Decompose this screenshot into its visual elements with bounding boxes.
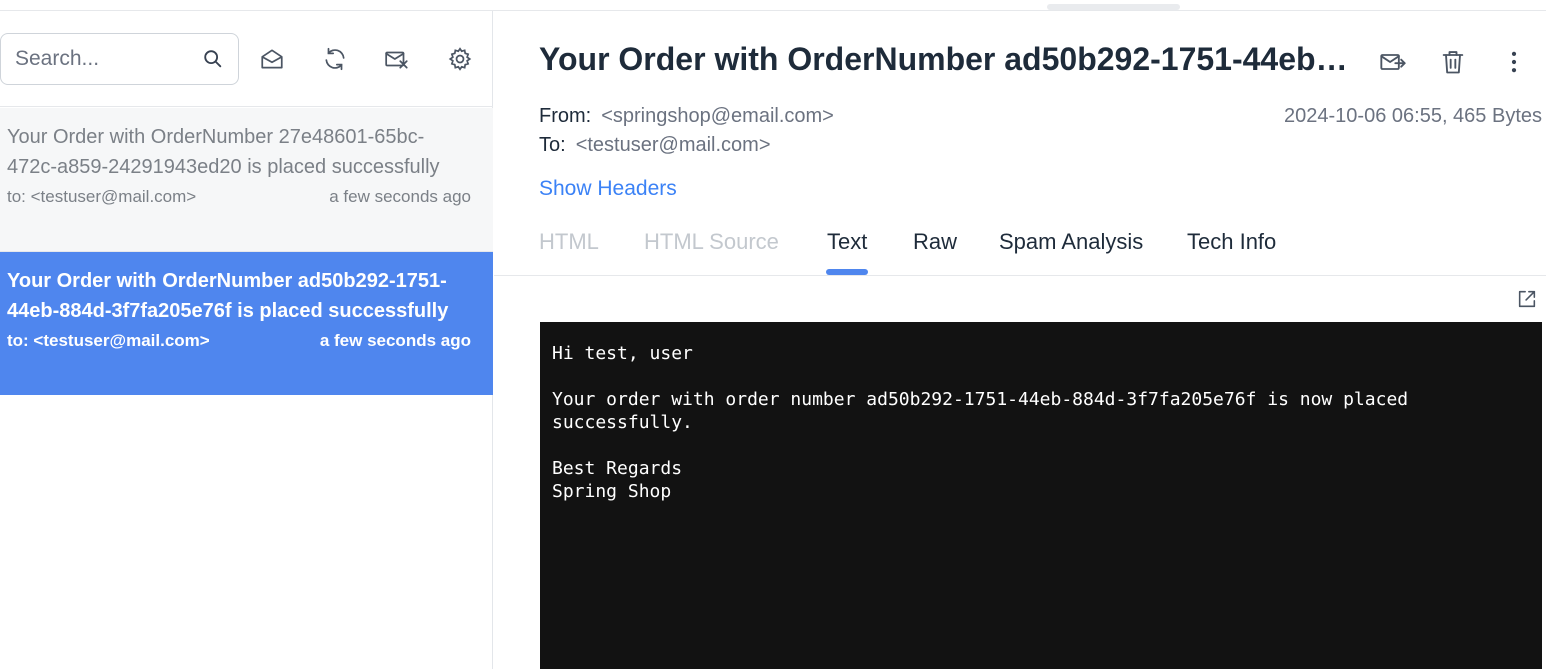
message-detail-pane: Your Order with OrderNumber ad50b292-175… bbox=[494, 11, 1546, 669]
message-title: Your Order with OrderNumber ad50b292-175… bbox=[539, 41, 1349, 77]
message-list-pane: Your Order with OrderNumber 27e48601-65b… bbox=[0, 11, 493, 669]
top-bar bbox=[0, 0, 1546, 11]
delete-button[interactable] bbox=[1438, 47, 1468, 77]
message-body-text: Hi test, user Your order with order numb… bbox=[552, 343, 1409, 502]
list-item[interactable]: Your Order with OrderNumber 27e48601-65b… bbox=[0, 108, 493, 252]
to-header: To: <testuser@mail.com> bbox=[539, 134, 771, 157]
view-tabs: HTML HTML Source Text Raw Spam Analysis … bbox=[494, 211, 1546, 276]
list-toolbar bbox=[0, 11, 493, 107]
forward-button[interactable] bbox=[1378, 47, 1408, 77]
refresh-button[interactable] bbox=[321, 45, 349, 73]
forward-icon bbox=[1380, 54, 1406, 70]
tab-spam-analysis[interactable]: Spam Analysis bbox=[999, 229, 1143, 255]
tab-html-source[interactable]: HTML Source bbox=[644, 229, 779, 255]
settings-icon bbox=[448, 47, 472, 71]
search-icon[interactable] bbox=[202, 48, 224, 70]
message-recipient: to: <testuser@mail.com> bbox=[7, 187, 197, 206]
trash-icon bbox=[1442, 51, 1464, 74]
message-subject: Your Order with OrderNumber ad50b292-175… bbox=[7, 270, 449, 322]
to-value: <testuser@mail.com> bbox=[575, 134, 771, 156]
settings-button[interactable] bbox=[446, 45, 474, 73]
from-value: <springshop@email.com> bbox=[601, 105, 834, 127]
delete-all-icon bbox=[385, 51, 408, 69]
message-body: Hi test, user Your order with order numb… bbox=[540, 322, 1542, 669]
tab-raw[interactable]: Raw bbox=[913, 229, 957, 255]
mark-all-read-icon bbox=[261, 49, 283, 69]
delete-all-button[interactable] bbox=[383, 45, 411, 73]
message-time: a few seconds ago bbox=[319, 331, 471, 350]
drag-handle[interactable] bbox=[1047, 4, 1180, 10]
more-vertical-icon bbox=[1511, 51, 1517, 73]
tab-html[interactable]: HTML bbox=[539, 229, 599, 255]
tab-text[interactable]: Text bbox=[827, 229, 867, 255]
to-label: To: bbox=[539, 134, 566, 156]
message-subject: Your Order with OrderNumber 27e48601-65b… bbox=[7, 126, 440, 178]
search-input[interactable] bbox=[15, 46, 195, 72]
refresh-icon bbox=[325, 47, 345, 71]
more-options-button[interactable] bbox=[1499, 47, 1529, 77]
message-recipient: to: <testuser@mail.com> bbox=[7, 331, 210, 350]
list-item-selected[interactable]: Your Order with OrderNumber ad50b292-175… bbox=[0, 252, 493, 395]
mark-all-read-button[interactable] bbox=[258, 45, 286, 73]
from-header: From: <springshop@email.com> bbox=[539, 105, 834, 128]
show-headers-link[interactable]: Show Headers bbox=[539, 177, 677, 201]
from-label: From: bbox=[539, 105, 592, 127]
open-in-new-window-icon[interactable] bbox=[1516, 288, 1538, 310]
tab-tech-info[interactable]: Tech Info bbox=[1187, 229, 1276, 255]
message-time: a few seconds ago bbox=[329, 187, 471, 206]
message-info: 2024-10-06 06:55, 465 Bytes bbox=[1284, 105, 1542, 127]
search-box[interactable] bbox=[0, 33, 239, 85]
active-tab-indicator bbox=[826, 269, 868, 275]
message-list: Your Order with OrderNumber 27e48601-65b… bbox=[0, 108, 493, 395]
